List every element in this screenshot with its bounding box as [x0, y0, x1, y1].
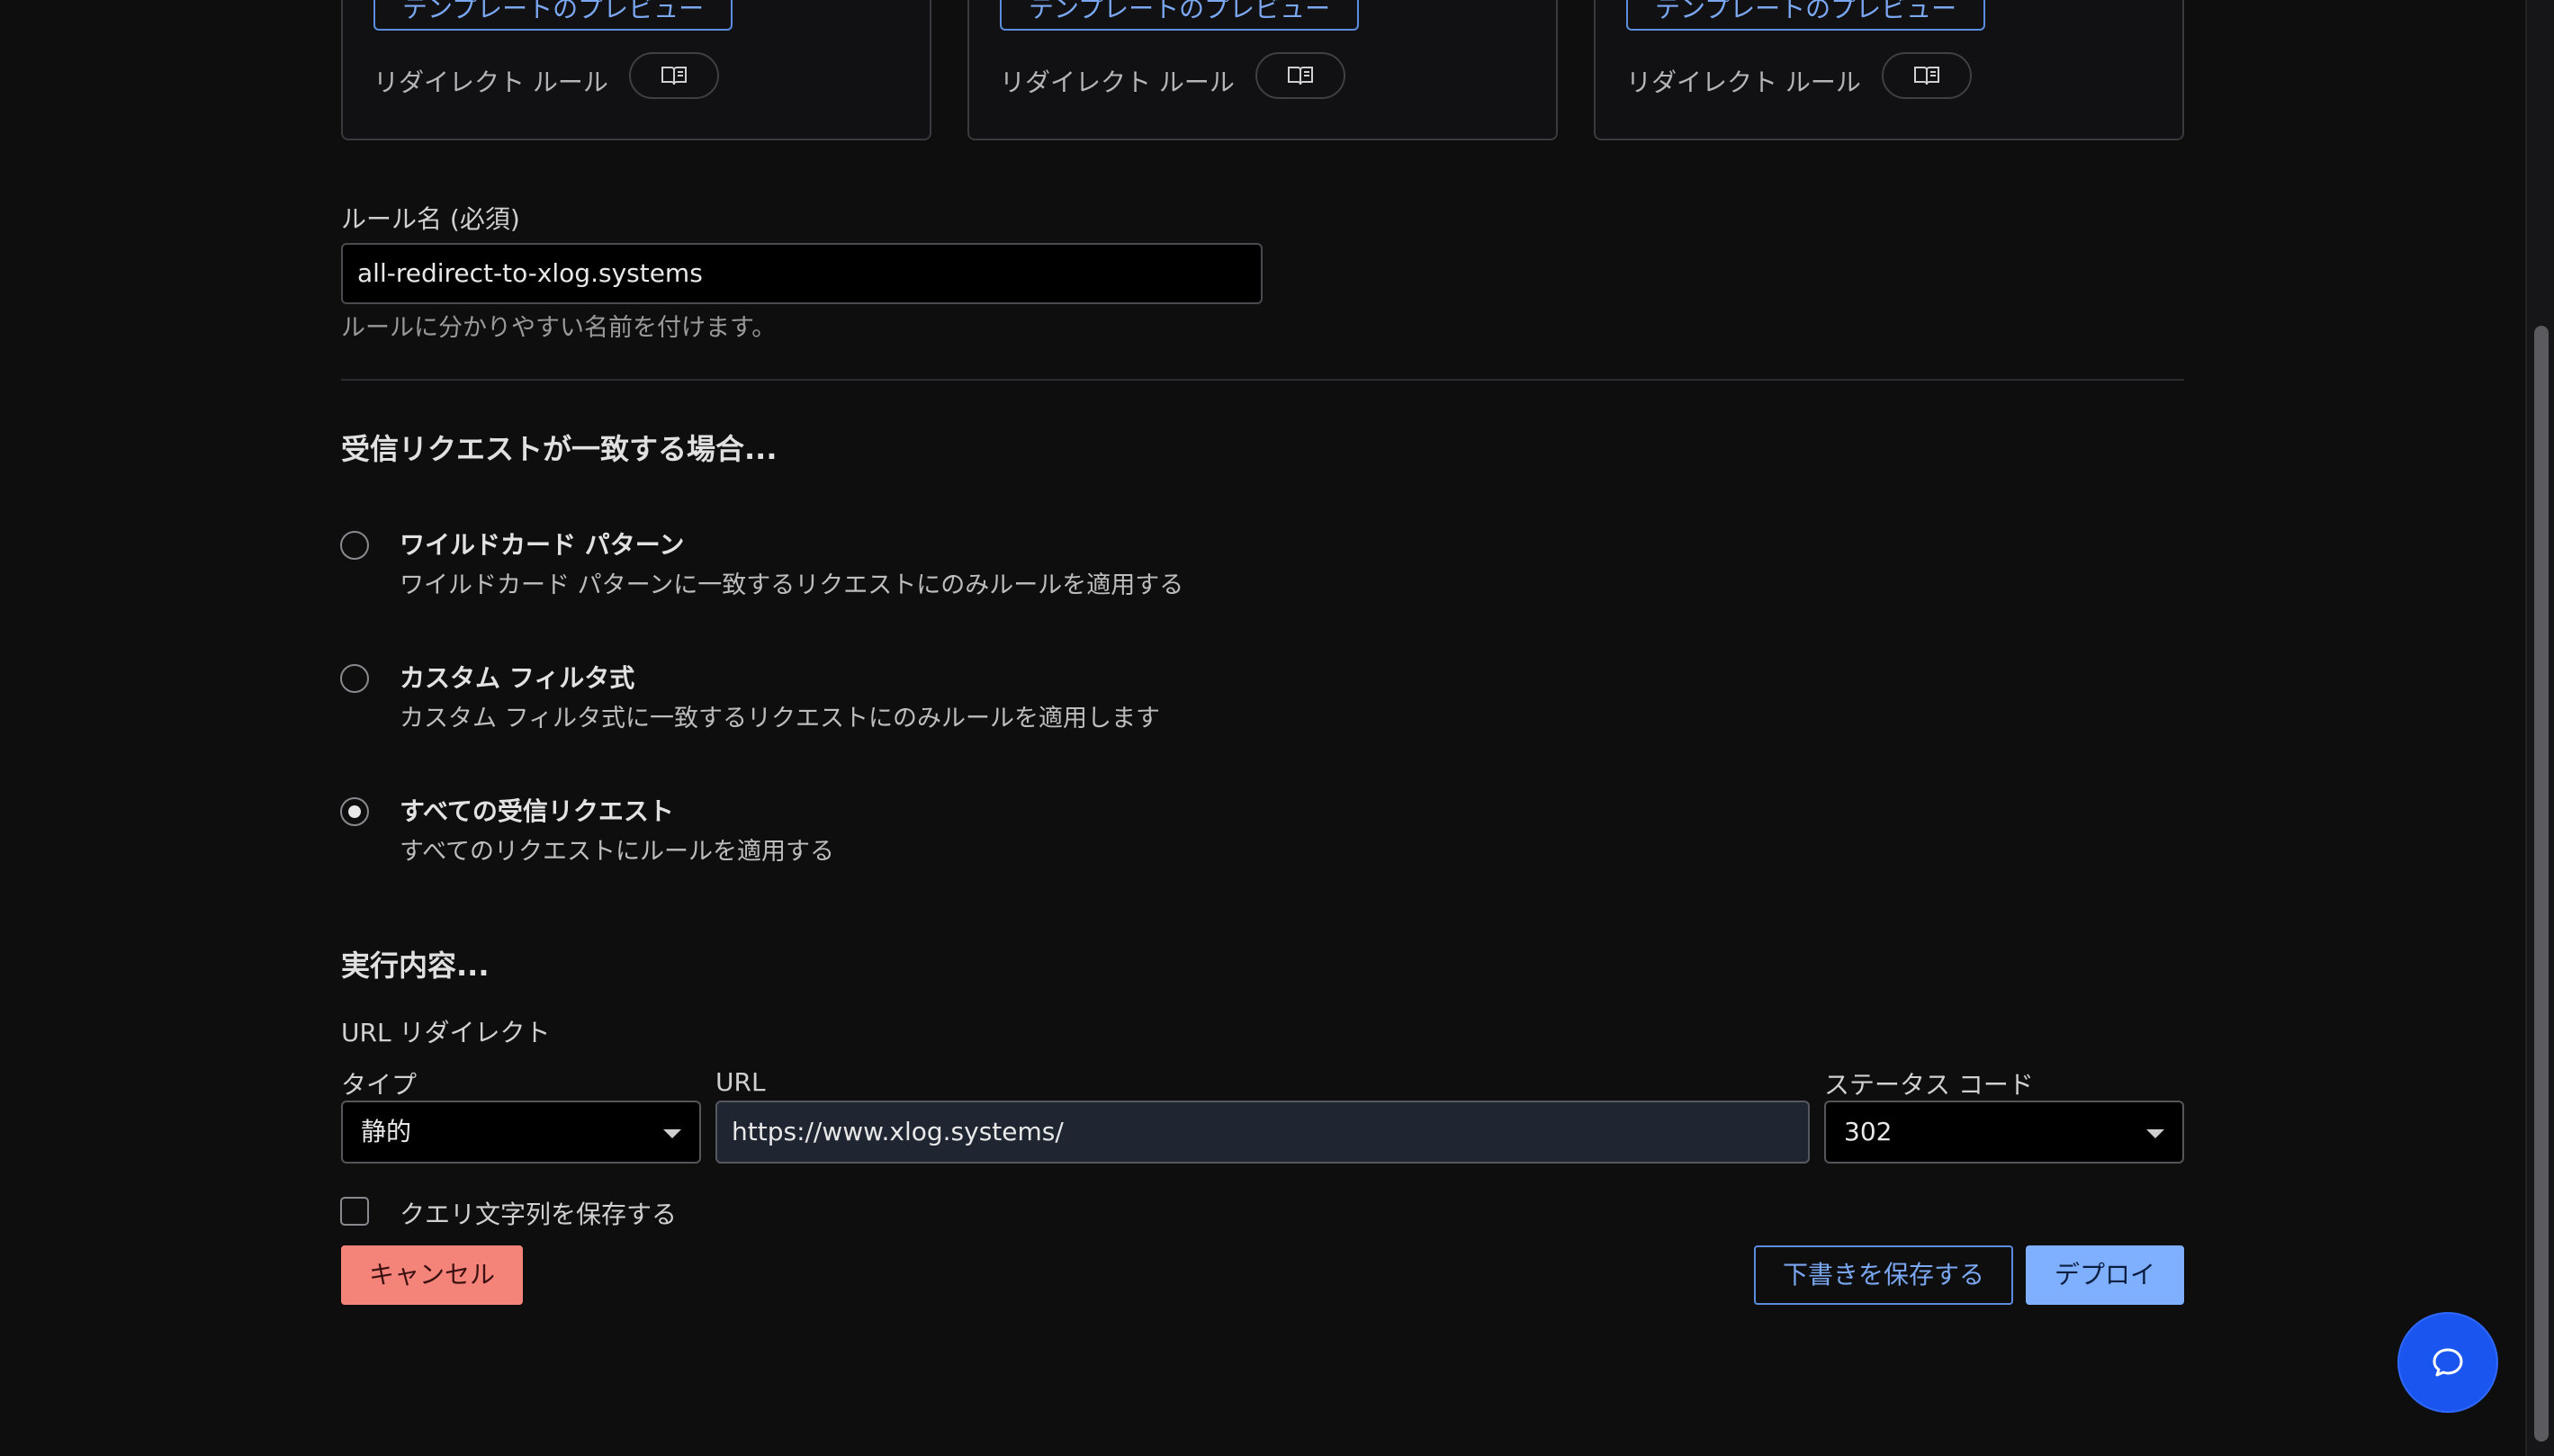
status-code-value: 302	[1844, 1117, 1893, 1146]
deploy-button[interactable]: デプロイ	[2026, 1245, 2184, 1305]
status-code-select[interactable]: 302	[1824, 1101, 2184, 1164]
template-preview-button[interactable]: テンプレートのプレビュー	[1000, 0, 1360, 31]
docs-button[interactable]	[1255, 52, 1345, 99]
redirect-type-select[interactable]: 静的	[341, 1101, 701, 1164]
template-type-label: リダイレクト ルール	[1626, 67, 1861, 97]
chat-bubble-icon	[2433, 1348, 2463, 1377]
radio-wildcard-pattern[interactable]	[340, 531, 369, 560]
template-type-label: リダイレクト ルール	[373, 67, 608, 97]
chat-button[interactable]	[2397, 1312, 2498, 1413]
match-heading: 受信リクエストが一致する場合...	[341, 432, 778, 466]
template-preview-button[interactable]: テンプレートのプレビュー	[1626, 0, 1986, 31]
chevron-down-icon	[663, 1129, 681, 1138]
rule-name-help: ルールに分かりやすい名前を付けます。	[341, 314, 777, 342]
option-title-custom-filter: カスタム フィルタ式	[400, 663, 635, 693]
redirect-type-value: 静的	[361, 1117, 412, 1146]
docs-button[interactable]	[1882, 52, 1972, 99]
chevron-down-icon	[2146, 1129, 2164, 1138]
rule-name-label: ルール名 (必須)	[341, 204, 520, 234]
scrollbar[interactable]	[2525, 0, 2554, 1456]
preserve-query-label: クエリ文字列を保存する	[400, 1200, 678, 1229]
cancel-button[interactable]: キャンセル	[341, 1245, 523, 1305]
option-desc-all-requests: すべてのリクエストにルールを適用する	[400, 838, 835, 866]
book-icon	[661, 67, 687, 85]
url-label: URL	[715, 1067, 766, 1097]
template-card: テンプレートのプレビュー リダイレクト ルール	[341, 0, 931, 140]
radio-custom-filter[interactable]	[340, 664, 369, 693]
option-desc-wildcard: ワイルドカード パターンに一致するリクエストにのみルールを適用する	[400, 571, 1184, 599]
page: テンプレートのプレビュー リダイレクト ルール テンプレートのプレビュー リダイ…	[0, 0, 2554, 1456]
template-type-label: リダイレクト ルール	[1000, 67, 1235, 97]
rule-name-input[interactable]: all-redirect-to-xlog.systems	[341, 243, 1263, 304]
action-type-subheading: URL リダイレクト	[341, 1018, 551, 1047]
status-code-label: ステータス コード	[1824, 1070, 2034, 1100]
book-icon	[1914, 67, 1939, 85]
template-preview-button[interactable]: テンプレートのプレビュー	[373, 0, 733, 31]
preserve-query-checkbox[interactable]	[340, 1197, 369, 1226]
redirect-url-input[interactable]: https://www.xlog.systems/	[715, 1101, 1810, 1164]
scrollbar-thumb[interactable]	[2534, 326, 2549, 1442]
template-card: テンプレートのプレビュー リダイレクト ルール	[1594, 0, 2184, 140]
redirect-type-label: タイプ	[341, 1070, 418, 1100]
option-title-all-requests: すべての受信リクエスト	[400, 796, 674, 826]
option-title-wildcard: ワイルドカード パターン	[400, 530, 685, 560]
book-icon	[1288, 67, 1313, 85]
radio-all-requests[interactable]	[340, 797, 369, 826]
option-desc-custom-filter: カスタム フィルタ式に一致するリクエストにのみルールを適用します	[400, 705, 1161, 732]
docs-button[interactable]	[629, 52, 719, 99]
save-draft-button[interactable]: 下書きを保存する	[1754, 1245, 2013, 1305]
action-heading: 実行内容...	[341, 948, 490, 983]
template-card: テンプレートのプレビュー リダイレクト ルール	[967, 0, 1558, 140]
section-divider	[341, 379, 2184, 381]
